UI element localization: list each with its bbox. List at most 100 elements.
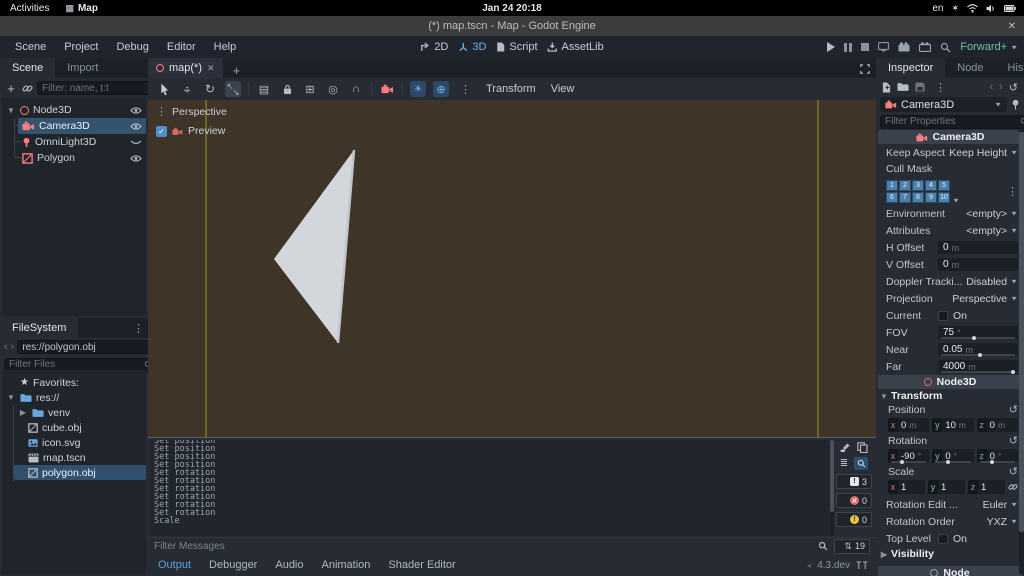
position-z-field[interactable]: z 0 m [977, 418, 1018, 432]
snap-icon[interactable]: ∩ [348, 81, 364, 97]
fs-item-icon-svg[interactable]: icon.svg [14, 435, 146, 450]
h-offset-field[interactable]: 0 m [938, 241, 1018, 254]
renderer-select[interactable]: Forward+ ▼ [960, 41, 1018, 53]
chevron-down-icon[interactable]: ▼ [952, 197, 960, 204]
view-menu-icon[interactable]: ⋮ [156, 105, 167, 118]
fs-item-map-tscn[interactable]: map.tscn [14, 450, 146, 465]
scene-tab-map[interactable]: map(*) ✕ [148, 58, 223, 78]
pin-icon[interactable] [1011, 99, 1020, 110]
cull-mask-cell[interactable]: 9 [925, 192, 937, 203]
cull-mask-cell[interactable]: 2 [899, 180, 911, 191]
bottom-tab-audio[interactable]: Audio [275, 559, 303, 571]
perspective-menu[interactable]: ⋮ Perspective [156, 105, 227, 118]
eye-icon[interactable] [130, 154, 142, 163]
position-y-field[interactable]: y 10 m [932, 418, 973, 432]
version-label[interactable]: 4.3.dev [817, 560, 850, 571]
bottom-tab-output[interactable]: Output [158, 559, 191, 571]
3d-viewport[interactable]: ⋮ Perspective ✓ Preview [148, 100, 876, 437]
v-offset-field[interactable]: 0 m [938, 258, 1018, 271]
remote-debug-icon[interactable] [878, 42, 889, 52]
stop-button[interactable] [861, 43, 869, 51]
selectable-list-icon[interactable]: ▤ [256, 81, 272, 97]
top-level-checkbox[interactable] [938, 534, 948, 544]
menu-project[interactable]: Project [55, 41, 107, 53]
keep-aspect-dropdown[interactable]: Keep Height ▼ [949, 147, 1018, 159]
tab-import[interactable]: Import [55, 58, 110, 78]
pause-button[interactable] [844, 43, 852, 52]
scale-y-field[interactable]: y 1 [928, 480, 965, 494]
caret-right-icon[interactable]: ▶ [18, 408, 28, 417]
menu-editor[interactable]: Editor [158, 41, 205, 53]
collapse-log-icon[interactable]: ≣ [840, 457, 848, 470]
viewport-extra-menu-icon[interactable]: ⋮ [456, 83, 475, 96]
revert-icon[interactable]: ↺ [1009, 465, 1018, 478]
inspector-filter-input[interactable] [885, 116, 1017, 127]
section-visibility[interactable]: ▶ Visibility [878, 547, 1022, 561]
movie-writer-icon[interactable] [919, 42, 931, 52]
instance-scene-icon[interactable] [22, 83, 33, 94]
camera-preview-toggle[interactable]: ✓ Preview [156, 125, 227, 137]
scale-z-field[interactable]: z 1 [968, 480, 1005, 494]
far-slider[interactable]: 4000 m [938, 360, 1018, 373]
tree-node-omnilight3d[interactable]: OmniLight3D [18, 134, 146, 150]
cull-mask-cell[interactable]: 4 [925, 180, 937, 191]
cull-mask-cell[interactable]: 8 [912, 192, 924, 203]
caret-down-icon[interactable]: ▼ [6, 393, 16, 402]
tree-node-camera3d[interactable]: Camera3D [18, 118, 146, 134]
cull-mask-cell[interactable]: 3 [912, 180, 924, 191]
environment-dropdown[interactable]: <empty> ▼ [966, 208, 1018, 220]
rotation-z-field[interactable]: z 0 ° [977, 449, 1018, 463]
fs-item-venv[interactable]: ▶ venv [14, 405, 146, 420]
move-tool-icon[interactable]: ↔↕ [179, 81, 195, 97]
revert-icon[interactable]: ↺ [1009, 434, 1018, 447]
fs-favorites[interactable]: ★ Favorites: [2, 375, 146, 390]
history-back-icon[interactable]: ‹ [989, 81, 993, 93]
transform-menu[interactable]: Transform [482, 83, 540, 95]
workspace-2d-button[interactable]: 2D [420, 41, 448, 53]
attributes-dropdown[interactable]: <empty> ▼ [966, 225, 1018, 237]
current-checkbox[interactable] [938, 311, 948, 321]
history-forward-icon[interactable]: › [11, 341, 15, 353]
ruler-icon[interactable]: ◎ [325, 81, 341, 97]
new-scene-tab-button[interactable]: + [223, 63, 251, 78]
tab-history[interactable]: History [996, 58, 1024, 78]
checkbox-checked-icon[interactable]: ✓ [156, 126, 167, 137]
cull-mask-cell[interactable]: 6 [886, 192, 898, 203]
cull-mask-cell[interactable]: 7 [899, 192, 911, 203]
app-menu[interactable]: ▦ Map [65, 3, 98, 14]
workspace-script-button[interactable]: Script [496, 41, 537, 53]
view-menu[interactable]: View [547, 83, 579, 95]
messages-count-badge[interactable]: ! 3 [836, 474, 872, 489]
history-icon[interactable]: ↺ [1009, 81, 1018, 94]
rotation-order-dropdown[interactable]: YXZ ▼ [987, 516, 1018, 528]
near-slider[interactable]: 0.05 m [938, 343, 1018, 356]
tree-node-node3d[interactable]: ▼ Node3D [2, 102, 146, 118]
bottom-tab-animation[interactable]: Animation [322, 559, 371, 571]
doppler-dropdown[interactable]: Disabled ▼ [966, 276, 1018, 288]
select-tool-icon[interactable] [156, 81, 172, 97]
eye-icon[interactable] [130, 122, 142, 131]
bottom-tab-shader-editor[interactable]: Shader Editor [388, 559, 455, 571]
filesystem-dock-menu-icon[interactable]: ⋮ [129, 322, 148, 335]
fov-slider[interactable]: 75 ° [938, 326, 1018, 339]
node-selector[interactable]: Camera3D ▼ [880, 97, 1007, 112]
expand-viewport-icon[interactable] [860, 64, 870, 74]
workspace-assetlib-button[interactable]: AssetLib [548, 41, 604, 53]
copy-log-icon[interactable] [857, 442, 868, 453]
history-back-icon[interactable]: ‹ [4, 341, 8, 353]
output-filter-input[interactable] [154, 541, 812, 552]
clock[interactable]: Jan 24 20:18 [482, 0, 542, 16]
movie-maker-icon[interactable] [898, 42, 910, 52]
cull-mask-cell[interactable]: 10 [938, 192, 950, 203]
search-log-icon[interactable] [854, 457, 868, 470]
play-button[interactable] [827, 42, 835, 52]
rotation-edit-dropdown[interactable]: Euler ▼ [983, 499, 1018, 511]
menu-debug[interactable]: Debug [107, 41, 157, 53]
clear-log-icon[interactable] [840, 442, 851, 453]
projection-dropdown[interactable]: Perspective ▼ [952, 293, 1018, 305]
tab-scene[interactable]: Scene [0, 58, 55, 78]
position-x-field[interactable]: x 0 m [888, 418, 929, 432]
fs-item-res[interactable]: ▼ res:// [2, 390, 146, 405]
workspace-3d-button[interactable]: 3D [458, 41, 486, 53]
tab-filesystem[interactable]: FileSystem [0, 318, 78, 338]
